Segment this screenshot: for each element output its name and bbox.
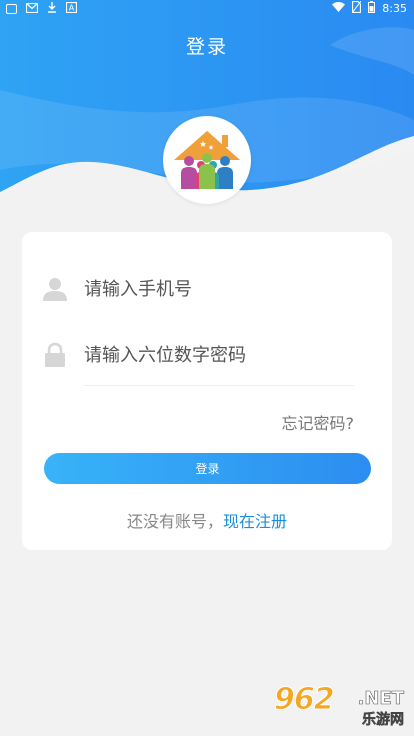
no-sim-icon (351, 0, 362, 16)
app-logo (163, 116, 251, 204)
phone-input[interactable] (84, 272, 364, 306)
battery-icon (368, 1, 376, 16)
download-icon (47, 2, 57, 16)
register-prompt: 还没有账号，现在注册 (22, 508, 392, 532)
username-row (42, 268, 372, 308)
register-prompt-text: 还没有账号， (126, 512, 223, 531)
status-time: 8:35 (382, 2, 407, 15)
app-icon: A (65, 1, 78, 16)
page-title: 登录 (185, 36, 228, 58)
mail-icon (25, 2, 39, 16)
site-watermark: 962 .NET 乐游网 (274, 682, 406, 730)
family-house-icon (174, 131, 240, 189)
watermark-site: 乐游网 (362, 712, 405, 729)
watermark-number: 962 (274, 682, 336, 718)
forgot-password-link[interactable]: 忘记密码? (282, 410, 355, 434)
lock-icon (42, 342, 68, 368)
user-icon (42, 276, 68, 302)
login-button[interactable]: 登录 (44, 453, 371, 484)
watermark-suffix: .NET (357, 688, 404, 710)
input-divider (84, 385, 354, 386)
svg-text:A: A (69, 4, 75, 13)
password-input[interactable] (84, 338, 364, 372)
register-link[interactable]: 现在注册 (223, 512, 287, 531)
app-notification-icon (6, 4, 17, 14)
login-card: 忘记密码? 登录 还没有账号，现在注册 (22, 232, 392, 550)
password-row (42, 334, 372, 374)
wifi-icon (332, 2, 346, 15)
status-bar: A 8:35 (0, 0, 414, 16)
